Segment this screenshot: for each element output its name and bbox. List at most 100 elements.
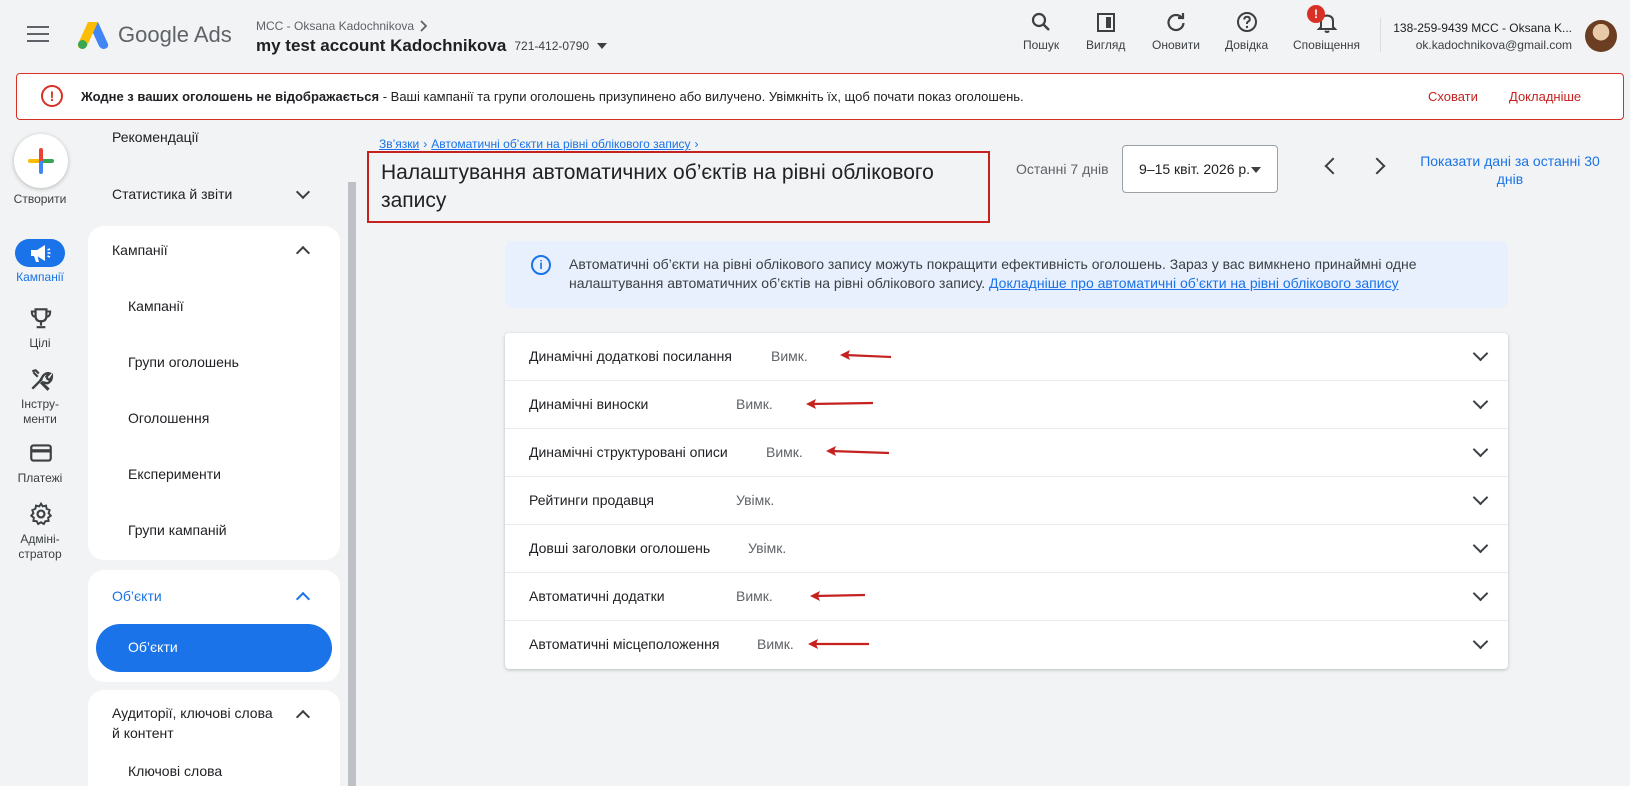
appearance-icon (1096, 13, 1115, 32)
rail-item-campaigns[interactable] (15, 239, 65, 267)
setting-row-longer-headlines[interactable]: Довші заголовки оголошень Увімк. (505, 525, 1508, 573)
rail-label-admin-2[interactable]: стратор (0, 547, 80, 562)
setting-row-seller-ratings[interactable]: Рейтинги продавця Увімк. (505, 477, 1508, 525)
help-button[interactable]: Довідка (1225, 10, 1268, 52)
account-id: 721-412-0790 (514, 39, 590, 53)
notifications-label: Сповіщення (1293, 38, 1361, 52)
chevron-up-icon[interactable] (295, 591, 311, 607)
trophy-icon[interactable] (28, 305, 54, 331)
chevron-down-icon[interactable] (1472, 633, 1489, 650)
title-highlight-box: Налаштування автоматичних об’єктів на рі… (367, 151, 990, 223)
rail-label-goals[interactable]: Цілі (0, 336, 80, 351)
user-email[interactable]: ok.kadochnikova@gmail.com (1416, 38, 1572, 52)
hide-button[interactable]: Сховати (1428, 89, 1478, 104)
chevron-up-icon[interactable] (295, 245, 311, 261)
info-icon: i (531, 255, 551, 275)
nav-section-campaigns: Кампанії Кампанії Групи оголошень Оголош… (88, 226, 340, 560)
refresh-button[interactable]: Оновити (1152, 10, 1200, 52)
annotation-arrow-icon (806, 399, 874, 409)
setting-status: Вимк. (736, 396, 773, 412)
google-ads-logo[interactable]: Google Ads (76, 20, 232, 50)
credit-card-icon[interactable] (28, 440, 54, 466)
rail-label-campaigns[interactable]: Кампанії (0, 270, 80, 285)
caret-down-icon (597, 43, 608, 49)
caret-down-icon (1251, 167, 1261, 173)
chevron-down-icon[interactable] (1472, 393, 1489, 410)
alert-bold: Жодне з ваших оголошень не відображаєтьс… (81, 89, 380, 104)
chevron-down-icon[interactable] (1472, 345, 1489, 362)
chevron-down-icon[interactable] (1472, 489, 1489, 506)
setting-row-automatic-extensions[interactable]: Автоматичні додатки Вимк. (505, 573, 1508, 621)
logo-text: Google Ads (118, 22, 232, 47)
create-label: Створити (13, 192, 67, 206)
megaphone-icon (31, 245, 51, 262)
rail-label-tools-2[interactable]: менти (0, 412, 80, 427)
rail-label-tools-1[interactable]: Інстру- (0, 397, 80, 412)
rail-label-admin-1[interactable]: Адміні- (0, 532, 80, 547)
nav-scrollbar[interactable] (348, 182, 356, 786)
chevron-down-icon[interactable] (295, 184, 311, 200)
auto-assets-settings-list: Динамічні додаткові посилання Вимк. Дина… (505, 333, 1508, 669)
info-text: Автоматичні об’єкти на рівні облікового … (569, 255, 1489, 293)
date-range-select[interactable]: 9–15 квіт. 2026 р. (1122, 145, 1278, 193)
rail-label-billing[interactable]: Платежі (0, 471, 80, 486)
next-period-button[interactable] (1368, 157, 1386, 175)
nav-recommendations[interactable]: Рекомендації (112, 129, 199, 145)
setting-row-dynamic-callouts[interactable]: Динамічні виноски Вимк. (505, 381, 1508, 429)
nav-item-campaigns[interactable]: Кампанії (128, 298, 184, 314)
menu-icon[interactable] (27, 26, 49, 42)
setting-status: Вимк. (766, 444, 803, 460)
nav-item-ads[interactable]: Оголошення (128, 410, 209, 426)
nav-item-experiments[interactable]: Експерименти (128, 466, 221, 482)
setting-status: Вимк. (771, 348, 808, 364)
appearance-button[interactable]: Вигляд (1086, 10, 1125, 52)
user-account-label[interactable]: 138-259-9439 MCC - Oksana K... (1393, 21, 1572, 35)
page-title: Налаштування автоматичних об’єктів на рі… (381, 161, 934, 212)
setting-row-dynamic-sitelinks[interactable]: Динамічні додаткові посилання Вимк. (505, 333, 1508, 381)
nav-item-keywords[interactable]: Ключові слова (128, 763, 222, 779)
date-range-label: Останні 7 днів (1016, 161, 1109, 177)
setting-row-automatic-locations[interactable]: Автоматичні місцеположення Вимк. (505, 621, 1508, 669)
nav-campaigns-header[interactable]: Кампанії (112, 242, 168, 258)
nav-item-assets-selected[interactable]: Об’єкти (96, 624, 332, 672)
chevron-down-icon[interactable] (1472, 441, 1489, 458)
breadcrumb-links[interactable]: Зв’язки (379, 137, 419, 151)
nav-audiences-header-1[interactable]: Аудиторії, ключові слова (112, 705, 273, 721)
show-last-30-days-link[interactable]: Показати дані за останні 30 днів (1410, 152, 1610, 188)
error-icon: ! (41, 85, 63, 107)
header-divider (1380, 18, 1381, 52)
chevron-right-icon: › (694, 137, 699, 151)
nav-stats-reports[interactable]: Статистика й звіти (112, 186, 232, 202)
breadcrumb: Зв’язки › Автоматичні об’єкти на рівні о… (379, 137, 699, 151)
setting-status: Вимк. (736, 588, 773, 604)
search-button[interactable]: Пошук (1023, 10, 1059, 52)
create-button[interactable] (14, 134, 68, 188)
tools-icon[interactable] (28, 367, 54, 393)
info-learn-more-link[interactable]: Докладніше про автоматичні об’єкти на рі… (989, 275, 1399, 291)
setting-row-dynamic-structured-snippets[interactable]: Динамічні структуровані описи Вимк. (505, 429, 1508, 477)
chevron-up-icon[interactable] (295, 709, 311, 725)
annotation-arrow-icon (840, 350, 892, 360)
setting-name: Динамічні структуровані описи (529, 444, 728, 460)
chevron-down-icon[interactable] (1472, 585, 1489, 602)
setting-name: Динамічні додаткові посилання (529, 348, 732, 364)
setting-name: Автоматичні місцеположення (529, 636, 720, 652)
notification-badge: ! (1307, 5, 1325, 23)
account-name: my test account Kadochnikova (256, 36, 507, 55)
search-icon (1031, 12, 1050, 31)
previous-period-button[interactable] (1324, 157, 1342, 175)
setting-status: Увімк. (748, 540, 787, 556)
avatar[interactable] (1585, 20, 1617, 52)
breadcrumb-auto-assets[interactable]: Автоматичні об’єкти на рівні облікового … (431, 137, 690, 151)
account-selector[interactable]: my test account Kadochnikova 721-412-079… (256, 36, 608, 56)
nav-item-campaign-groups[interactable]: Групи кампаній (128, 522, 227, 538)
nav-assets-header[interactable]: Об’єкти (112, 588, 162, 604)
nav-item-ad-groups[interactable]: Групи оголошень (128, 354, 239, 370)
gear-icon[interactable] (28, 501, 54, 527)
nav-audiences-header-2[interactable]: й контент (112, 725, 174, 741)
learn-more-button[interactable]: Докладніше (1509, 89, 1581, 104)
notifications-button[interactable]: ! Сповіщення (1293, 5, 1361, 52)
chevron-down-icon[interactable] (1472, 537, 1489, 554)
mcc-breadcrumb[interactable]: MCC - Oksana Kadochnikova (256, 19, 428, 33)
mcc-label: MCC - Oksana Kadochnikova (256, 19, 415, 33)
